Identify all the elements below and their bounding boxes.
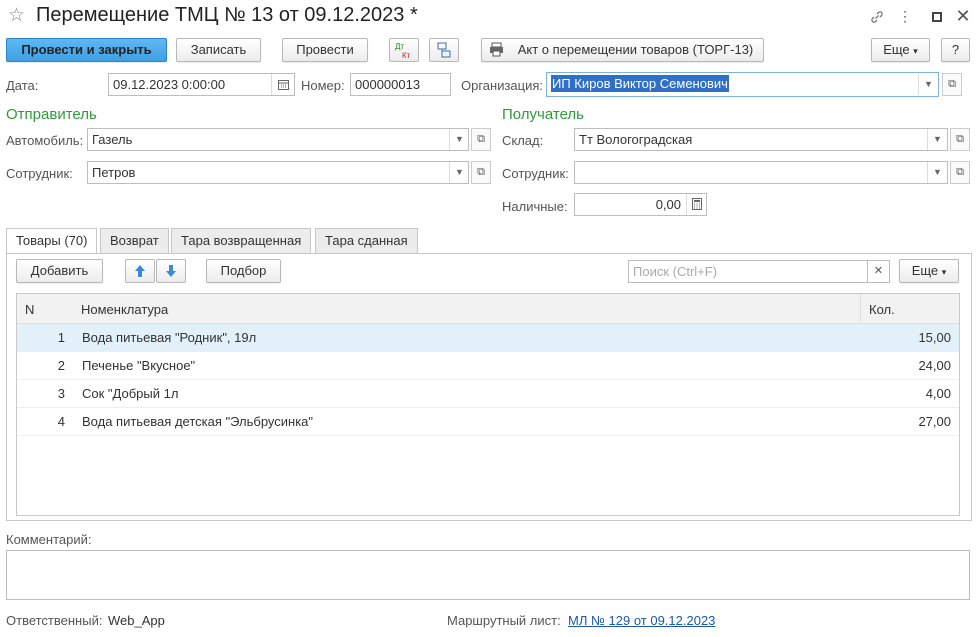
row-qty: 4,00 (925, 386, 951, 401)
row-item: Печенье "Вкусное" (82, 358, 196, 373)
structure-icon[interactable] (429, 38, 459, 62)
pick-button[interactable]: Подбор (206, 259, 281, 283)
calendar-icon[interactable] (271, 74, 294, 95)
column-n[interactable]: N (25, 302, 34, 317)
car-dropdown-icon[interactable]: ▼ (449, 129, 469, 150)
table-more-button[interactable]: Еще ▾ (899, 259, 959, 283)
row-item: Сок "Добрый 1л (82, 386, 179, 401)
car-label: Автомобиль: (6, 133, 84, 148)
date-field[interactable]: 09.12.2023 0:00:00 (108, 73, 295, 96)
sender-section-title: Отправитель (6, 106, 97, 123)
date-label: Дата: (6, 78, 39, 93)
receiver-employee-open-icon[interactable]: ⧉ (950, 161, 970, 184)
dt-label: Дт (395, 42, 405, 51)
search-input[interactable]: Поиск (Ctrl+F) (628, 260, 868, 283)
row-qty: 24,00 (918, 358, 951, 373)
sender-employee-value: Петров (92, 165, 136, 180)
car-field[interactable]: Газель (87, 128, 469, 151)
save-button[interactable]: Записать (176, 38, 261, 62)
tab-return[interactable]: Возврат (100, 228, 169, 253)
cash-label: Наличные: (502, 199, 568, 214)
tab-delivered-containers[interactable]: Тара сданная (315, 228, 418, 253)
calculator-icon[interactable] (686, 194, 706, 215)
organization-open-icon[interactable]: ⧉ (942, 73, 962, 96)
add-button[interactable]: Добавить (16, 259, 103, 283)
window-title: Перемещение ТМЦ № 13 от 09.12.2023 * (36, 4, 418, 26)
table-row[interactable]: 1 Вода питьевая "Родник", 19л 15,00 (17, 324, 959, 352)
table-row[interactable]: 3 Сок "Добрый 1л 4,00 (17, 380, 959, 408)
car-value: Газель (92, 132, 133, 147)
car-open-icon[interactable]: ⧉ (471, 128, 491, 151)
warehouse-dropdown-icon[interactable]: ▼ (927, 129, 947, 150)
help-button[interactable]: ? (941, 38, 970, 62)
clear-search-icon[interactable]: ✕ (868, 260, 890, 283)
goods-table[interactable]: N Номенклатура Кол. 1 Вода питьевая "Род… (16, 293, 960, 516)
more-label: Еще (883, 42, 910, 57)
date-value: 09.12.2023 0:00:00 (113, 77, 226, 92)
warehouse-value: Тт Вологоградская (579, 132, 693, 147)
close-icon[interactable]: ✕ (952, 6, 974, 28)
more-options-icon[interactable]: ⋮ (894, 6, 916, 28)
route-sheet-label: Маршрутный лист: (447, 613, 561, 628)
receiver-employee-dropdown-icon[interactable]: ▼ (927, 162, 947, 183)
maximize-icon[interactable] (926, 6, 948, 28)
move-up-icon[interactable] (125, 259, 155, 283)
table-more-label: Еще (911, 263, 939, 278)
organization-field[interactable]: ИП Киров Виктор Семенович (546, 72, 939, 97)
organization-label: Организация: (461, 78, 544, 93)
post-and-close-button[interactable]: Провести и закрыть (6, 38, 167, 62)
sender-employee-dropdown-icon[interactable]: ▼ (449, 162, 469, 183)
row-item: Вода питьевая "Родник", 19л (82, 330, 257, 345)
row-n: 2 (57, 358, 65, 373)
warehouse-label: Склад: (502, 133, 544, 148)
print-torg13-label: Акт о перемещении товаров (ТОРГ-13) (517, 42, 754, 57)
number-field[interactable]: 000000013 (350, 73, 451, 96)
chevron-down-icon: ▾ (941, 267, 947, 277)
responsible-value: Web_App (108, 613, 165, 628)
row-n: 4 (57, 414, 65, 429)
column-qty[interactable]: Кол. (869, 302, 895, 317)
organization-value: ИП Киров Виктор Семенович (551, 75, 729, 92)
link-icon[interactable] (866, 6, 888, 28)
row-qty: 27,00 (918, 414, 951, 429)
table-row[interactable]: 4 Вода питьевая детская "Эльбрусинка" 27… (17, 408, 959, 436)
responsible-label: Ответственный: (6, 613, 103, 628)
kt-label: Кт (402, 51, 411, 60)
favorite-star-icon[interactable]: ☆ (8, 4, 25, 27)
cash-value: 0,00 (655, 197, 681, 212)
column-item[interactable]: Номенклатура (81, 302, 168, 317)
table-header: N Номенклатура Кол. (17, 294, 959, 324)
sender-employee-field[interactable]: Петров (87, 161, 469, 184)
route-sheet-link[interactable]: МЛ № 129 от 09.12.2023 (568, 613, 715, 628)
receiver-section-title: Получатель (502, 106, 584, 123)
warehouse-open-icon[interactable]: ⧉ (950, 128, 970, 151)
printer-icon (489, 42, 504, 64)
sender-employee-open-icon[interactable]: ⧉ (471, 161, 491, 184)
move-down-icon[interactable] (156, 259, 186, 283)
organization-dropdown-icon[interactable]: ▼ (918, 74, 938, 95)
more-button[interactable]: Еще ▾ (871, 38, 930, 62)
post-button[interactable]: Провести (282, 38, 368, 62)
row-qty: 15,00 (918, 330, 951, 345)
tab-returned-containers[interactable]: Тара возвращенная (171, 228, 312, 253)
row-item: Вода питьевая детская "Эльбрусинка" (82, 414, 314, 429)
print-torg13-button[interactable]: Акт о перемещении товаров (ТОРГ-13) (481, 38, 764, 62)
number-label: Номер: (301, 78, 345, 93)
dt-kt-icon[interactable]: Дт Кт (389, 38, 419, 62)
row-n: 1 (57, 330, 65, 345)
sender-employee-label: Сотрудник: (6, 166, 73, 181)
warehouse-field[interactable]: Тт Вологоградская (574, 128, 948, 151)
receiver-employee-field[interactable] (574, 161, 948, 184)
receiver-employee-label: Сотрудник: (502, 166, 569, 181)
table-row[interactable]: 2 Печенье "Вкусное" 24,00 (17, 352, 959, 380)
search-placeholder: Поиск (Ctrl+F) (633, 264, 718, 279)
chevron-down-icon: ▾ (913, 46, 918, 56)
number-value: 000000013 (355, 77, 421, 92)
row-n: 3 (57, 386, 65, 401)
comment-label: Комментарий: (6, 532, 92, 547)
tab-goods[interactable]: Товары (70) (6, 228, 98, 254)
comment-field[interactable] (6, 550, 970, 600)
